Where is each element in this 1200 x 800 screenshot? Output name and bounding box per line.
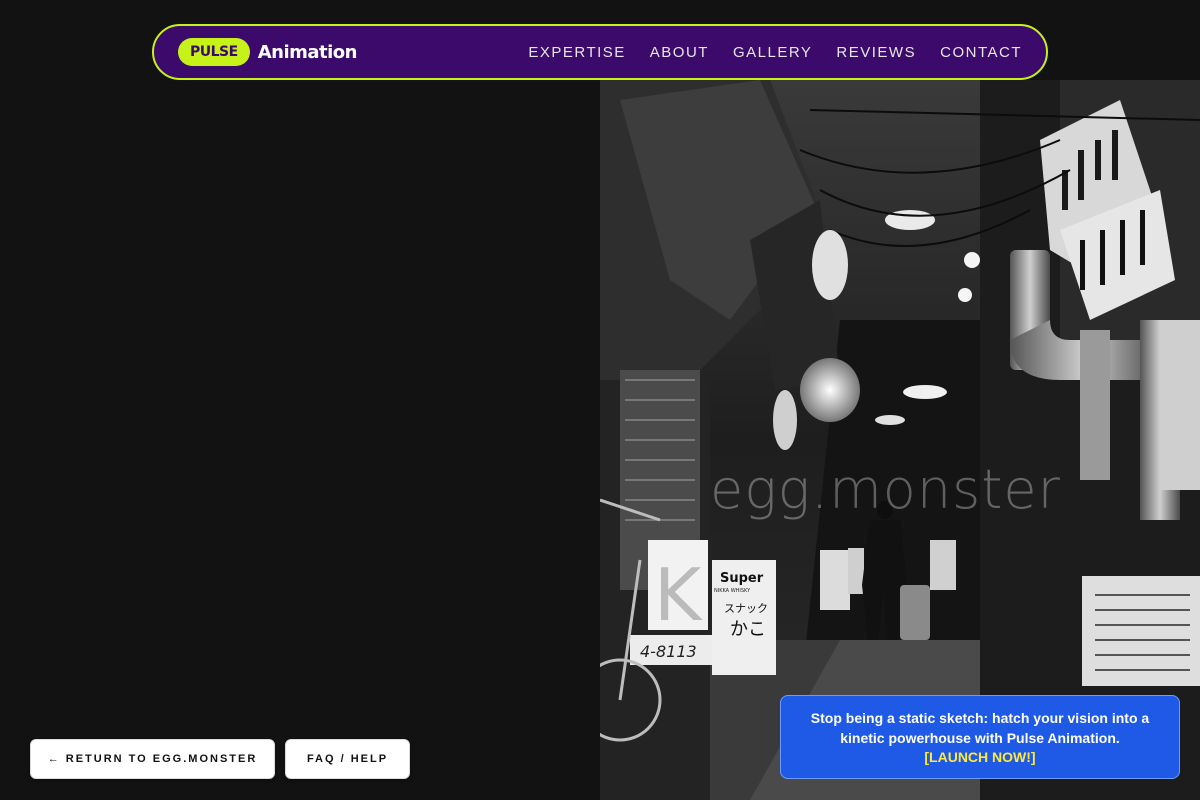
- nav-link-contact[interactable]: CONTACT: [940, 44, 1022, 61]
- faq-help-button[interactable]: FAQ / HELP: [285, 739, 410, 779]
- nav-link-expertise[interactable]: EXPERTISE: [528, 44, 625, 61]
- promo-banner: Stop being a static sketch: hatch your v…: [780, 695, 1180, 779]
- sign-k-text: K: [654, 553, 703, 637]
- alley-illustration: K 4-8113 Super NIKKA WHISKY スナック かこ: [600, 80, 1200, 800]
- nav-links: EXPERTISE ABOUT GALLERY REVIEWS CONTACT: [528, 44, 1022, 61]
- sign-kako-text: かこ: [730, 619, 766, 640]
- nav-link-about[interactable]: ABOUT: [650, 44, 709, 61]
- sign-nikka-text: NIKKA WHISKY: [714, 588, 751, 594]
- return-button[interactable]: ← RETURN TO EGG.MONSTER: [30, 739, 275, 779]
- sign-super-text: Super: [720, 571, 764, 586]
- sign-phone-text: 4-8113: [640, 642, 697, 661]
- promo-text: Stop being a static sketch: hatch your v…: [810, 710, 1150, 746]
- brand-name: Animation: [257, 41, 358, 63]
- watermark-text: egg.monster: [710, 458, 1061, 521]
- launch-now-link[interactable]: [LAUNCH NOW!]: [801, 748, 1159, 768]
- nav-link-reviews[interactable]: REVIEWS: [836, 44, 916, 61]
- brand-badge: PULSE: [178, 38, 250, 66]
- brand-logo[interactable]: PULSE Animation: [178, 38, 357, 66]
- sign-snack-text: スナック: [724, 602, 768, 615]
- top-nav: PULSE Animation EXPERTISE ABOUT GALLERY …: [152, 24, 1048, 80]
- nav-link-gallery[interactable]: GALLERY: [733, 44, 812, 61]
- hero-photo: K 4-8113 Super NIKKA WHISKY スナック かこ egg.…: [600, 80, 1200, 800]
